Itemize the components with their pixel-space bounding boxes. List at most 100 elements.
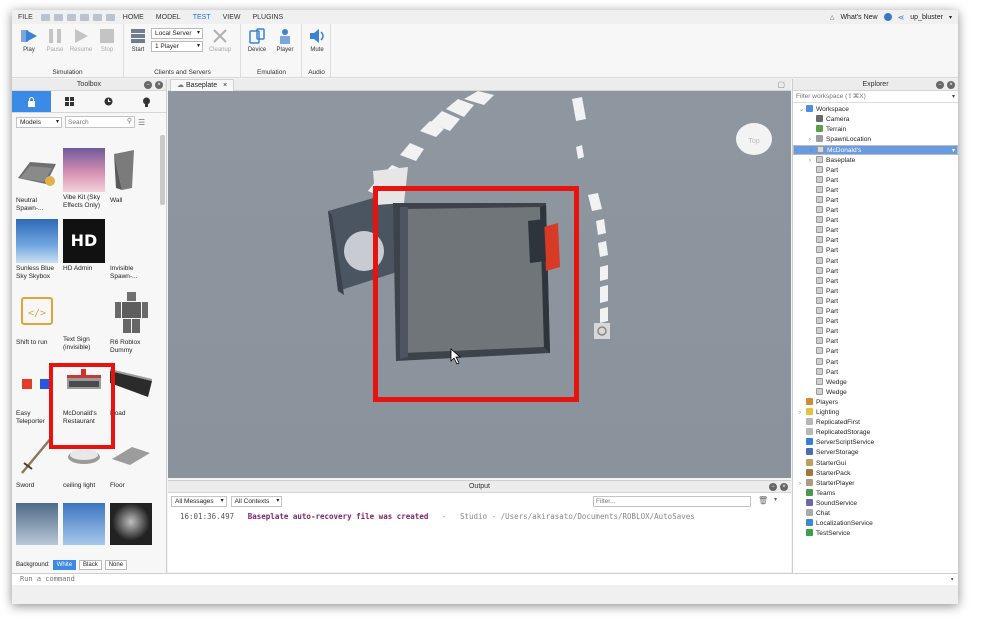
- tab-creations[interactable]: [128, 91, 167, 112]
- tree-item[interactable]: Part: [793, 276, 958, 287]
- file-menu[interactable]: FILE: [12, 14, 39, 21]
- expand-arrow-icon[interactable]: ⌄: [799, 105, 806, 115]
- tab-plugins[interactable]: PLUGINS: [246, 14, 289, 21]
- tree-item[interactable]: › McDonald's: [793, 145, 958, 156]
- toolbox-item[interactable]: Invisible Spawn-...: [110, 219, 154, 281]
- tree-item[interactable]: Part: [793, 367, 958, 378]
- close-icon[interactable]: ×: [780, 483, 788, 491]
- tree-item[interactable]: Part: [793, 307, 958, 317]
- play-button[interactable]: Play: [16, 27, 42, 53]
- tree-item[interactable]: StarterGui: [793, 458, 958, 469]
- toolbox-item[interactable]: Text Sign (invisible): [63, 290, 107, 352]
- chevron-down-icon[interactable]: ▾: [774, 496, 777, 503]
- expand-arrow-icon[interactable]: ›: [799, 479, 806, 489]
- category-select[interactable]: Models: [16, 116, 62, 128]
- output-filter-input[interactable]: [594, 497, 744, 506]
- tree-item[interactable]: ServerStorage: [793, 448, 958, 458]
- toolbox-scrollbar[interactable]: [160, 135, 165, 205]
- tree-item[interactable]: ⌄ Workspace: [793, 105, 958, 115]
- tree-item[interactable]: Part: [793, 226, 958, 236]
- tab-inventory[interactable]: [51, 91, 90, 112]
- toolbox-item[interactable]: [110, 503, 154, 547]
- expand-arrow-icon[interactable]: ›: [809, 156, 816, 166]
- tree-item[interactable]: › SpawnLocation: [793, 135, 958, 145]
- messages-filter-select[interactable]: All Messages: [171, 496, 227, 507]
- tab-baseplate[interactable]: ☁ Baseplate ×: [170, 79, 235, 91]
- bg-white-button[interactable]: White: [52, 560, 77, 570]
- tree-item[interactable]: Wedge: [793, 387, 958, 398]
- toolbox-item[interactable]: HD HD Admin: [63, 219, 107, 273]
- tree-item[interactable]: Players: [793, 397, 958, 408]
- tree-item[interactable]: Part: [793, 286, 958, 297]
- tree-item[interactable]: Part: [793, 256, 958, 267]
- close-icon[interactable]: ×: [155, 81, 163, 89]
- tree-item[interactable]: › Baseplate: [793, 155, 958, 166]
- expand-arrow-icon[interactable]: ›: [799, 408, 806, 418]
- tree-item[interactable]: Camera: [793, 115, 958, 125]
- toolbox-item[interactable]: Sunless Blue Sky Skybox: [16, 219, 60, 281]
- tree-item[interactable]: › Lighting: [793, 408, 958, 418]
- tree-item[interactable]: Part: [793, 337, 958, 347]
- expand-icon[interactable]: ▢: [777, 80, 785, 89]
- tree-item[interactable]: Part: [793, 246, 958, 256]
- server-select[interactable]: Local Server: [151, 28, 203, 39]
- tree-item[interactable]: Part: [793, 165, 958, 176]
- undo-icon[interactable]: [92, 13, 102, 21]
- command-input[interactable]: [20, 574, 920, 584]
- tree-item[interactable]: ReplicatedStorage: [793, 428, 958, 438]
- toolbox-item[interactable]: [16, 503, 60, 547]
- tree-item[interactable]: Part: [793, 175, 958, 186]
- search-icon[interactable]: ⚲: [127, 117, 132, 125]
- close-icon[interactable]: ×: [223, 82, 227, 89]
- player-button[interactable]: Player: [272, 27, 298, 53]
- output-source[interactable]: Studio - /Users/akirasato/Documents/ROBL…: [460, 512, 695, 521]
- expand-arrow-icon[interactable]: ›: [809, 135, 816, 145]
- new-file-icon[interactable]: [40, 13, 50, 21]
- 3d-viewport[interactable]: Top: [168, 91, 791, 478]
- tree-item[interactable]: Terrain: [793, 125, 958, 135]
- redo-icon[interactable]: [105, 13, 115, 21]
- tab-recent[interactable]: [89, 91, 128, 112]
- bg-none-button[interactable]: None: [104, 560, 128, 570]
- help-icon[interactable]: [883, 13, 892, 21]
- save-icon[interactable]: [66, 13, 76, 21]
- start-button[interactable]: Start: [125, 27, 151, 53]
- bg-black-button[interactable]: Black: [79, 560, 102, 570]
- tree-item[interactable]: Teams: [793, 488, 958, 499]
- tree-item[interactable]: ServerScriptService: [793, 438, 958, 448]
- tree-item[interactable]: Part: [793, 317, 958, 327]
- tree-item[interactable]: Part: [793, 296, 958, 307]
- device-button[interactable]: Device: [244, 27, 270, 53]
- mute-button[interactable]: Mute: [304, 27, 330, 53]
- toolbox-item[interactable]: Vibe Kit (Sky Effects Only): [63, 148, 107, 210]
- toolbox-item[interactable]: Road: [110, 361, 154, 418]
- tree-item[interactable]: Part: [793, 195, 958, 206]
- tree-item[interactable]: Part: [793, 216, 958, 226]
- tree-item[interactable]: StarterPack: [793, 468, 958, 479]
- tree-item[interactable]: Part: [793, 266, 958, 277]
- panel-pin-icon[interactable]: −: [936, 81, 944, 89]
- chevron-down-icon[interactable]: ▾: [950, 574, 954, 585]
- tree-item[interactable]: Wedge: [793, 377, 958, 388]
- panel-pin-icon[interactable]: −: [769, 483, 777, 491]
- chevron-down-icon[interactable]: ▾: [952, 91, 955, 103]
- pause-button[interactable]: Pause: [42, 27, 68, 53]
- tab-marketplace[interactable]: [12, 91, 51, 112]
- tab-view[interactable]: VIEW: [217, 14, 247, 21]
- share-icon[interactable]: ⋖: [898, 13, 905, 22]
- toolbox-item[interactable]: </> Shift to run: [16, 290, 60, 347]
- tree-item[interactable]: Part: [793, 357, 958, 368]
- filter-icon[interactable]: ☰: [138, 118, 145, 127]
- tree-item[interactable]: Part: [793, 236, 958, 246]
- tab-home[interactable]: HOME: [117, 14, 150, 21]
- search-input[interactable]: [66, 117, 122, 127]
- toolbox-item[interactable]: [63, 503, 107, 547]
- tree-item[interactable]: Part: [793, 347, 958, 357]
- username[interactable]: up_bluster: [910, 14, 943, 21]
- tree-item[interactable]: Part: [793, 185, 958, 196]
- publish-icon[interactable]: [79, 13, 89, 21]
- cleanup-button[interactable]: Cleanup: [207, 27, 233, 53]
- stop-button[interactable]: Stop: [94, 27, 120, 53]
- tab-model[interactable]: MODEL: [150, 14, 187, 21]
- tree-item[interactable]: ReplicatedFirst: [793, 418, 958, 428]
